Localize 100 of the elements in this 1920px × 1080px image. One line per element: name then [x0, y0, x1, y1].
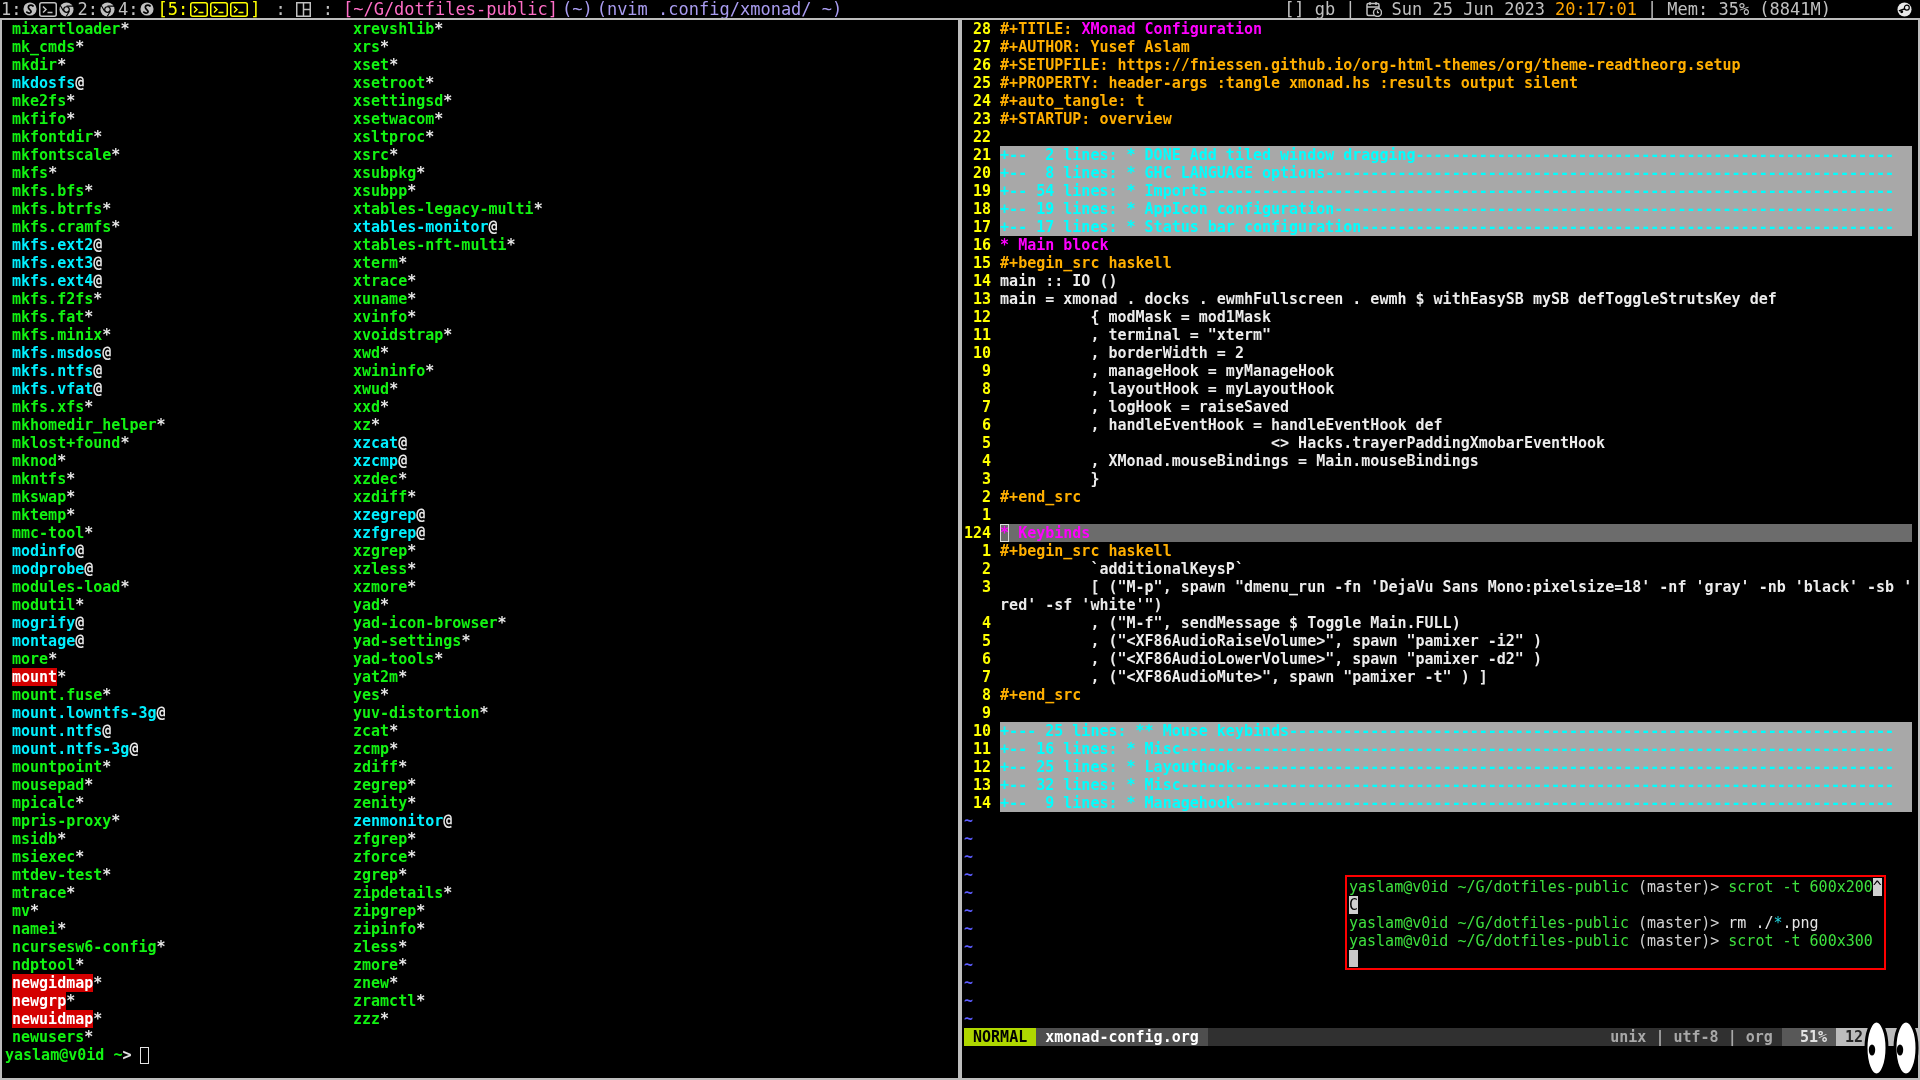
code-line: } — [1089, 470, 1100, 488]
code-line: #+PROPERTY: header-args :tangle xmonad.hs :results output silent — [1000, 74, 1579, 92]
file-name: mkfifo* — [12, 110, 76, 128]
file-name: xset* — [353, 56, 399, 74]
line-number: 1 — [982, 506, 992, 524]
file-name: xrevshlib* — [353, 20, 444, 38]
folded-section[interactable]: +-- 54 lines: * Imports---------------------------------------------------------------------------- — [1000, 182, 1913, 200]
workspace-label[interactable]: 4: — [117, 0, 139, 18]
code-line: , ("<XF86AudioRaiseVolume>", spawn "pamixer -i2" ) — [1089, 632, 1542, 650]
file-name: zipdetails* — [353, 884, 453, 902]
file-name: yad* — [353, 596, 390, 614]
file-name: modinfo@ — [12, 542, 85, 560]
terminal-line: yaslam@v0id ~/G/dotfiles-public (master)> rm ./*.png — [1349, 914, 1819, 932]
empty-line-marker: ~ — [964, 938, 974, 956]
workspace-label[interactable]: [5: — [157, 0, 189, 18]
workspace-bracket: ] — [250, 0, 261, 18]
terminal-line: yaslam@v0id ~/G/dotfiles-public (master)> scrot -t 600x300 — [1349, 932, 1873, 950]
line-number: 124 — [964, 524, 992, 542]
empty-line-marker: ~ — [964, 812, 974, 830]
line-number: 7 — [982, 668, 992, 686]
line-number: 17 — [973, 218, 992, 236]
line-number: 9 — [982, 362, 992, 380]
terminal-line: yaslam@v0id ~/G/dotfiles-public (master)> scrot -t 600x200^ — [1349, 878, 1882, 896]
status-text: [] gb — [1284, 0, 1336, 18]
file-name: zramctl* — [353, 992, 426, 1010]
line-number: 6 — [982, 416, 992, 434]
folded-section[interactable]: +-- 8 lines: * GHC LANGUAGE options--------------------------------------------------------------- — [1000, 164, 1913, 182]
line-number: 21 — [973, 146, 992, 164]
file-name: mkfs.ext3@ — [12, 254, 103, 272]
file-name: mk_cmds* — [12, 38, 85, 56]
line-number: 5 — [982, 632, 992, 650]
line-number: 2 — [982, 560, 992, 578]
file-name: xzdec* — [353, 470, 408, 488]
line-number: 12 — [973, 308, 992, 326]
file-name: mkswap* — [12, 488, 76, 506]
file-name: modules-load* — [12, 578, 130, 596]
folded-section[interactable]: +-- 9 lines: * Managehook------------------------------------------------------------------------- — [1000, 794, 1913, 812]
folded-section[interactable]: +-- 32 lines: * Misc------------------------------------------------------------------------------- — [1000, 776, 1913, 794]
file-name: mkfs.ext4@ — [12, 272, 103, 290]
disc-logo-icon[interactable] — [1897, 1, 1912, 17]
code-line: #+STARTUP: overview — [1000, 110, 1172, 128]
line-number: 9 — [982, 704, 992, 722]
code-line: #+TITLE: XMonad Configuration — [1000, 20, 1262, 38]
code-line: , ("<XF86AudioLowerVolume>", spawn "pamixer -d2" ) — [1089, 650, 1542, 668]
window-title: (~) — [561, 0, 593, 18]
folded-section[interactable]: +--- 25 lines: ** Mouse keybinds------------------------------------------------------------------- — [1000, 722, 1913, 740]
file-name: xxd* — [353, 398, 390, 416]
terminal-icon — [190, 1, 209, 17]
line-number: 22 — [973, 128, 992, 146]
line-number: 4 — [982, 614, 992, 632]
file-name: mixartloader* — [12, 20, 130, 38]
file-name: xtables-legacy-multi* — [353, 200, 543, 218]
folded-section[interactable]: +-- 25 lines: * Layouthook------------------------------------------------------------------------- — [1000, 758, 1913, 776]
file-name: zfgrep* — [353, 830, 417, 848]
file-name: mktemp* — [12, 506, 76, 524]
workspace-label[interactable]: 2: — [77, 0, 98, 18]
file-name: mmc-tool* — [12, 524, 94, 542]
file-name: zmore* — [353, 956, 408, 974]
code-line: , ("<XF86AudioMute>", spawn "pamixer -t" ) ] — [1089, 668, 1488, 686]
workspace-label[interactable]: 1: — [1, 0, 22, 18]
code-line: <> Hacks.trayerPaddingXmobarEventHook — [1270, 434, 1606, 452]
code-line: main :: IO () — [1000, 272, 1118, 290]
file-name: zzz* — [353, 1010, 390, 1028]
heading-line: * Main block — [1000, 236, 1109, 254]
file-name-section: xmonad-config.org — [1036, 1028, 1208, 1046]
file-name: ndptool* — [12, 956, 85, 974]
file-name: xvinfo* — [353, 308, 417, 326]
file-name: mount.lowntfs-3g@ — [12, 704, 166, 722]
file-name: xrs* — [353, 38, 390, 56]
file-name: mke2fs* — [12, 92, 76, 110]
file-name: xz* — [353, 416, 381, 434]
file-name: zforce* — [353, 848, 417, 866]
terminal-icon — [230, 1, 249, 17]
folded-section[interactable]: +-- 19 lines: * AppIcon configuration-------------------------------------------------------------- — [1000, 200, 1913, 218]
file-name: xwd* — [353, 344, 390, 362]
file-name: xzfgrep@ — [353, 524, 426, 542]
file-name: msidb* — [12, 830, 67, 848]
file-name: mkfs.bfs* — [12, 182, 94, 200]
file-name: xwud* — [353, 380, 399, 398]
file-name: xtables-monitor@ — [353, 218, 498, 236]
code-line: #+end_src — [1000, 488, 1082, 506]
file-name: mount* — [12, 668, 67, 686]
file-name: yad-settings* — [353, 632, 471, 650]
folded-section[interactable]: +-- 17 lines: * Status bar configuration----------------------------------------------------------- — [1000, 218, 1913, 236]
file-name: newgrp* — [12, 992, 76, 1010]
code-line: main = xmonad . docks . ewmhFullscreen . ewmh $ withEasySB mySB defToggleStrutsKey def — [1000, 290, 1777, 308]
code-line: #+begin_src haskell — [1000, 254, 1172, 272]
tile-layout-icon[interactable] — [295, 1, 311, 17]
scroll-percent: 51% — [1781, 1028, 1836, 1046]
file-name: xzmore* — [353, 578, 417, 596]
folded-section[interactable]: +-- 16 lines: * Misc------------------------------------------------------------------------------- — [1000, 740, 1913, 758]
file-name: ncursesw6-config* — [12, 938, 166, 956]
code-line: , ("M-f", sendMessage $ Toggle Main.FULL) — [1089, 614, 1461, 632]
code-line: [ ("M-p", spawn "dmenu_run -fn 'DejaVu Sans Mono:pixelsize=18' -nf 'gray' -nb 'black' -sb ' — [1089, 578, 1913, 596]
line-number: 23 — [973, 110, 992, 128]
file-name: mkdosfs@ — [12, 74, 85, 92]
folded-section[interactable]: +-- 2 lines: * DONE Add tiled window dragging----------------------------------------------------- — [1000, 146, 1913, 164]
file-name: xsrc* — [353, 146, 399, 164]
file-info-text: unix | utf-8 | org — [1609, 1028, 1774, 1046]
code-line: #+SETUPFILE: https://fniessen.github.io/org-html-themes/org/theme-readtheorg.setup — [1000, 56, 1741, 74]
